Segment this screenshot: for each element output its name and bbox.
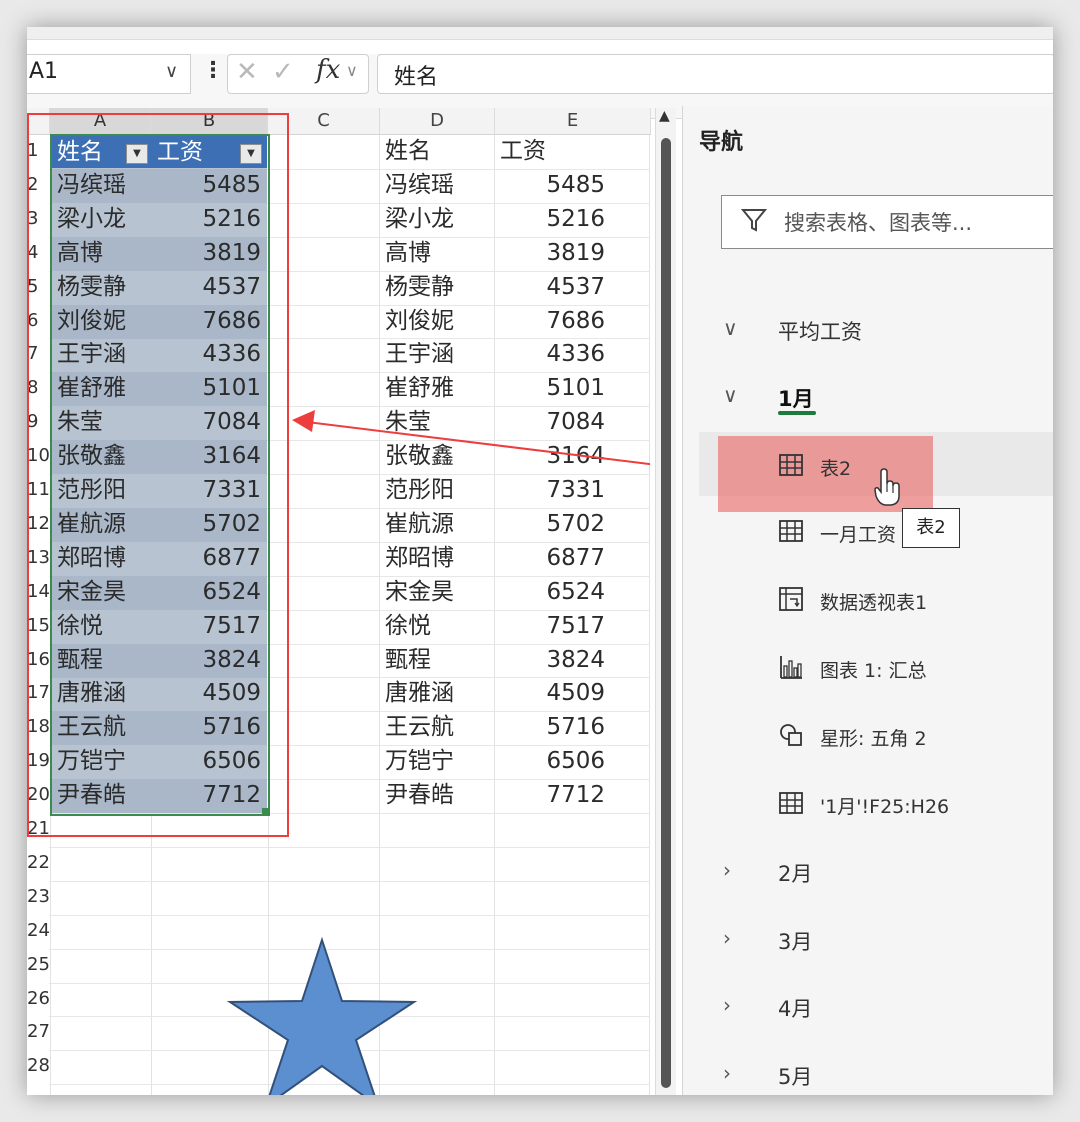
insert-function-icon[interactable]: fx: [316, 55, 340, 85]
table-icon: [779, 792, 803, 814]
chevron-right-icon: ›: [723, 993, 731, 1017]
annotation-arrow-line: [306, 421, 650, 466]
chevron-right-icon: ›: [723, 858, 731, 882]
chevron-down-icon: ∨: [723, 316, 738, 340]
active-group-underline: [778, 411, 816, 415]
filter-icon: [740, 209, 768, 232]
chart-icon: [780, 656, 802, 679]
formula-controls: ✕ ✓ fx ∨: [227, 54, 369, 94]
tooltip: 表2: [902, 508, 960, 548]
name-box[interactable]: A1 ∨: [27, 54, 191, 94]
chevron-down-icon: ∨: [723, 383, 738, 407]
chevron-down-icon[interactable]: ∨: [346, 61, 358, 80]
pivot-table-icon: [779, 587, 803, 611]
formula-value: 姓名: [394, 65, 439, 90]
ribbon-edge: [27, 27, 1053, 40]
navigation-pane: 导航 搜索表格、图表等... ∨ 平均工资 ∨ 1月 表2 一月工资 数据透视表…: [682, 106, 1053, 1095]
annotation-overlay: [226, 410, 650, 1095]
table-icon: [779, 520, 803, 542]
excel-window: A1 ∨ ⋮ ✕ ✓ fx ∨ 姓名 A B C D E 姓名 ▼ 工资 ▼ 姓…: [27, 27, 1053, 1095]
scroll-thumb[interactable]: [661, 138, 671, 1088]
vertical-scrollbar[interactable]: ▲: [655, 108, 676, 1095]
annotation-arrowhead: [292, 410, 315, 432]
formula-input[interactable]: 姓名: [377, 54, 1053, 94]
pane-title: 导航: [699, 130, 744, 155]
search-placeholder: 搜索表格、图表等...: [784, 211, 973, 235]
table-icon: [779, 454, 803, 476]
confirm-icon[interactable]: ✓: [272, 57, 294, 87]
more-options-icon[interactable]: ⋮: [202, 58, 224, 83]
shape-icon: [780, 724, 802, 746]
worksheet-grid[interactable]: A B C D E 姓名 ▼ 工资 ▼ 姓名 工资 1 2 3 4 5 6 7 8 9 10 11 1…: [27, 108, 651, 1095]
hand-cursor-icon: [874, 468, 900, 506]
cancel-icon[interactable]: ✕: [236, 57, 258, 87]
search-input[interactable]: 搜索表格、图表等...: [721, 195, 1053, 249]
chevron-down-icon[interactable]: ∨: [165, 61, 178, 82]
scroll-up-icon[interactable]: ▲: [659, 108, 670, 124]
chevron-right-icon: ›: [723, 1061, 731, 1085]
chevron-right-icon: ›: [723, 926, 731, 950]
name-box-value: A1: [29, 59, 59, 84]
star-shape[interactable]: [226, 936, 418, 1095]
